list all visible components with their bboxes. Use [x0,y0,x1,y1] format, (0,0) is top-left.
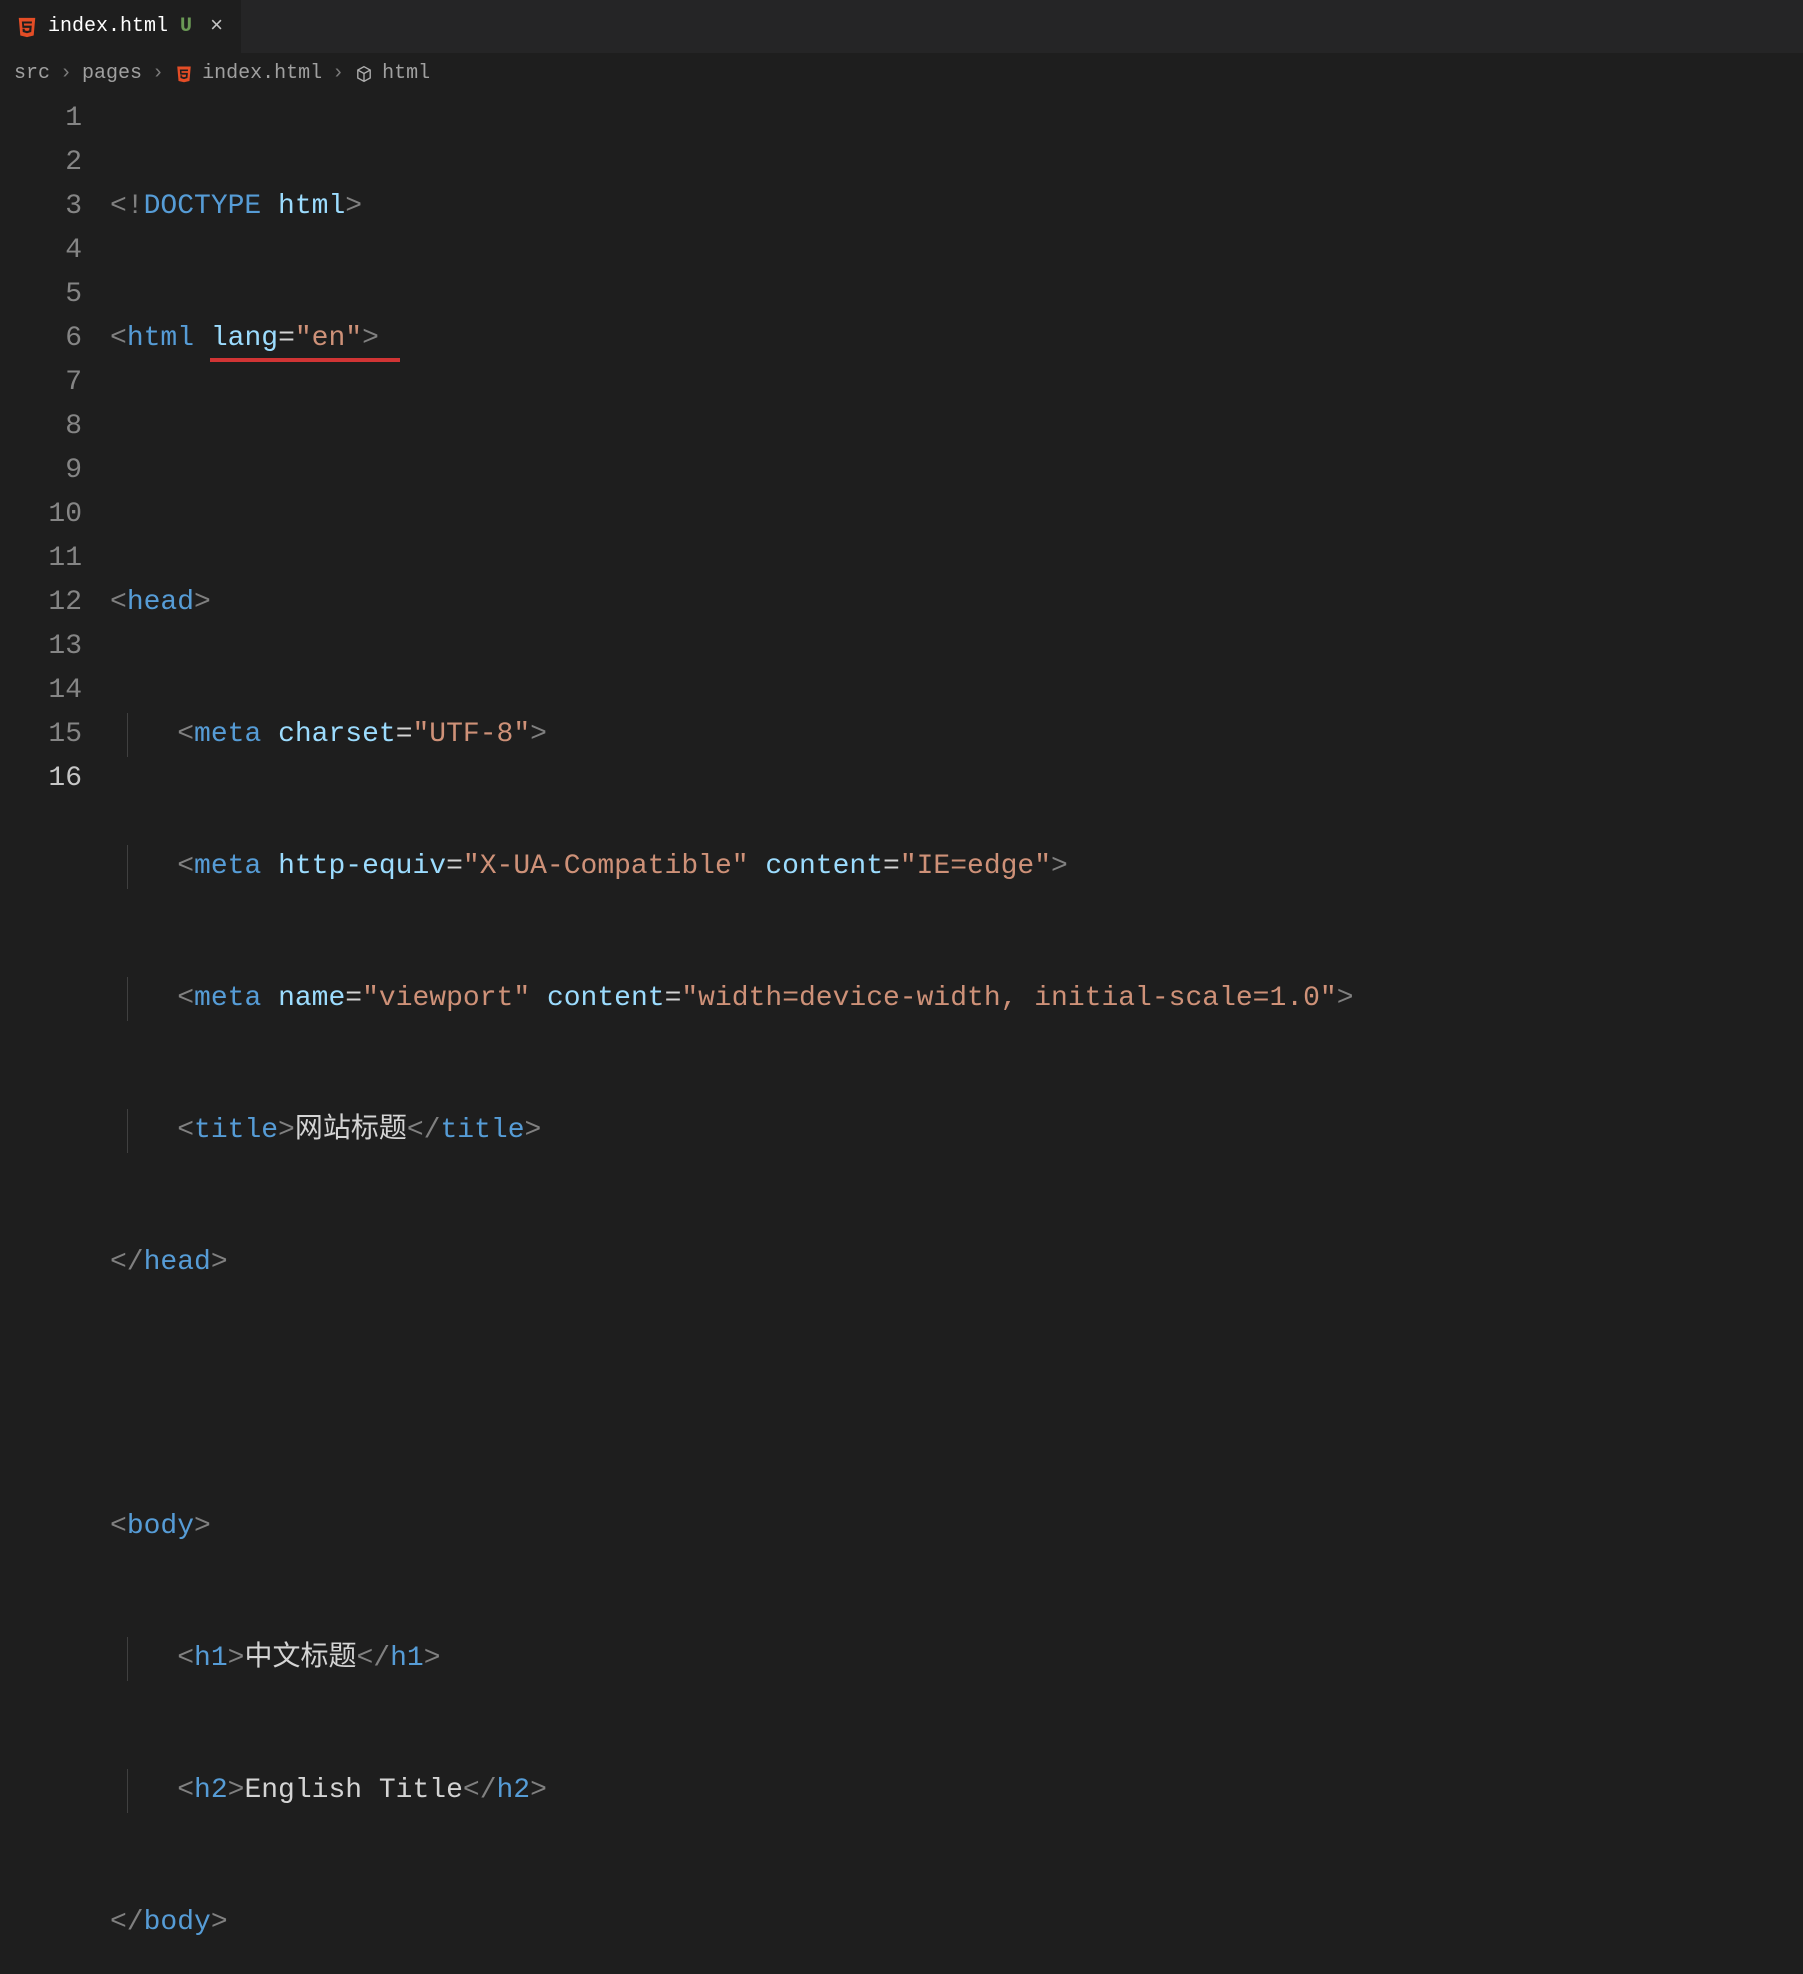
code-line[interactable]: <!DOCTYPE html> [110,185,1803,229]
chevron-right-icon: › [152,62,164,85]
breadcrumb-label: html [382,62,430,85]
breadcrumb-item-file[interactable]: index.html [174,62,322,85]
line-number: 5 [0,273,82,317]
html-file-icon [16,16,38,38]
code-line[interactable]: <h1>中文标题</h1> [110,1637,1803,1681]
line-number: 8 [0,405,82,449]
breadcrumb[interactable]: src › pages › index.html › html [0,54,1803,97]
breadcrumb-item-pages[interactable]: pages [82,62,142,85]
line-number: 11 [0,537,82,581]
line-number: 14 [0,669,82,713]
line-number: 1 [0,97,82,141]
code-line[interactable]: <meta name="viewport" content="width=dev… [110,977,1803,1021]
tab-git-status: U [180,15,192,38]
code-line[interactable]: </body> [110,1901,1803,1945]
line-number: 6 [0,317,82,361]
line-number: 16 [0,757,82,801]
symbol-field-icon [354,64,374,84]
code-line[interactable]: <meta http-equiv="X-UA-Compatible" conte… [110,845,1803,889]
html-file-icon [174,64,194,84]
breadcrumb-label: src [14,62,50,85]
breadcrumb-item-symbol[interactable]: html [354,62,430,85]
breadcrumb-label: index.html [202,62,322,85]
underline-annotation [210,358,400,362]
code-line[interactable]: <head> [110,581,1803,625]
tab-bar: index.html U × [0,0,1803,54]
chevron-right-icon: › [332,62,344,85]
breadcrumb-label: pages [82,62,142,85]
code-editor[interactable]: 1 2 3 4 5 6 7 8 9 10 11 12 13 14 15 16 <… [0,97,1803,1974]
code-line[interactable] [110,1373,1803,1417]
code-line[interactable]: <body> [110,1505,1803,1549]
line-number: 7 [0,361,82,405]
editor-tab-active[interactable]: index.html U × [0,0,242,53]
code-line[interactable] [110,449,1803,493]
line-number: 13 [0,625,82,669]
line-number: 9 [0,449,82,493]
code-content[interactable]: <!DOCTYPE html> <html lang="en"> <head> … [110,97,1803,1974]
breadcrumb-item-src[interactable]: src [14,62,50,85]
line-number: 4 [0,229,82,273]
tab-filename: index.html [48,15,168,38]
close-icon[interactable]: × [210,16,223,38]
code-line[interactable]: <title>网站标题</title> [110,1109,1803,1153]
code-line[interactable]: <meta charset="UTF-8"> [110,713,1803,757]
line-number-gutter: 1 2 3 4 5 6 7 8 9 10 11 12 13 14 15 16 [0,97,110,1974]
line-number: 3 [0,185,82,229]
line-number: 15 [0,713,82,757]
line-number: 2 [0,141,82,185]
code-line[interactable]: </head> [110,1241,1803,1285]
code-line[interactable]: <h2>English Title</h2> [110,1769,1803,1813]
code-line[interactable]: <html lang="en"> [110,317,1803,361]
line-number: 10 [0,493,82,537]
line-number: 12 [0,581,82,625]
chevron-right-icon: › [60,62,72,85]
